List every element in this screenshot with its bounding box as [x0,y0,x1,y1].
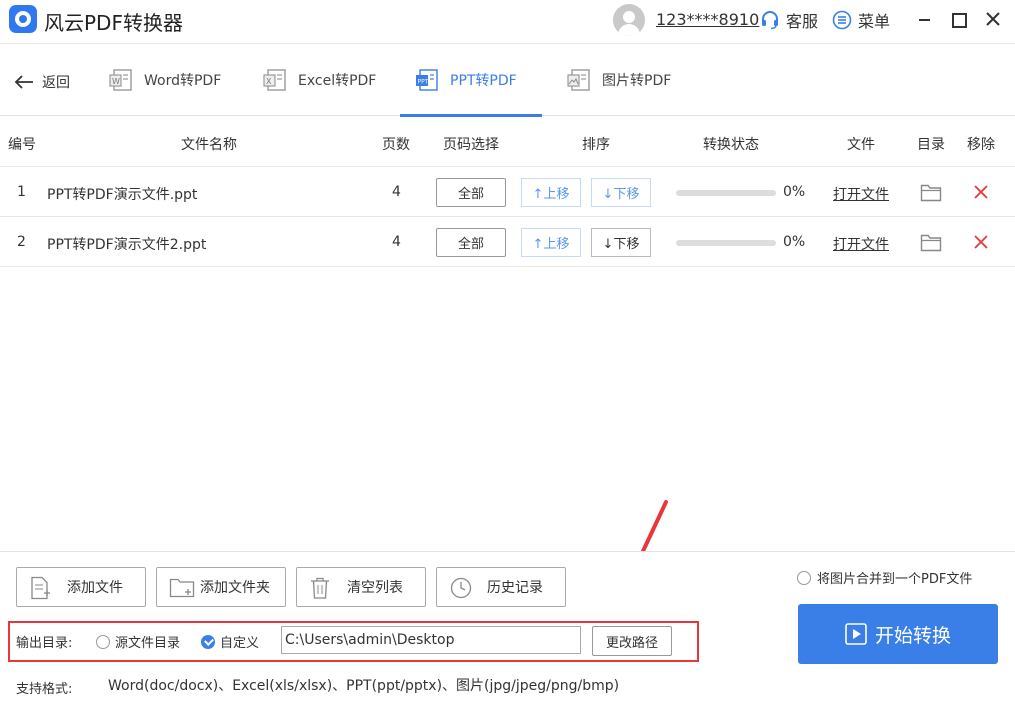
header-dir: 目录 [917,137,945,153]
header-file-name: 文件名称 [181,137,237,153]
tab-word-to-pdf[interactable]: W Word转PDF [108,44,221,116]
row-file-name: PPT转PDF演示文件.ppt [47,187,198,203]
table-row: 1 PPT转PDF演示文件.ppt 4 全部 ↑上移 ↓下移 0% 打开文件 [0,167,1015,217]
row-file-name: PPT转PDF演示文件2.ppt [47,237,207,253]
move-down-button[interactable]: ↓下移 [591,178,651,207]
page-select-button[interactable]: 全部 [436,178,506,207]
close-button[interactable] [982,8,1004,30]
custom-dir-label: 自定义 [220,636,260,651]
move-up-button[interactable]: ↑上移 [521,178,581,207]
row-index: 2 [17,234,26,250]
tab-label: PPT转PDF [450,73,517,89]
arrow-left-icon [14,75,33,89]
svg-text:PPT: PPT [418,79,429,86]
word-file-icon: W [109,69,132,91]
open-file-link[interactable]: 打开文件 [833,234,889,254]
tab-label: Excel转PDF [298,73,377,89]
menu-icon [832,10,852,30]
header-page-select: 页码选择 [443,137,499,153]
header-order: 排序 [582,137,610,153]
back-label: 返回 [42,75,70,91]
add-file-label: 添加文件 [67,580,123,596]
play-icon [845,623,867,645]
row-pages: 4 [392,234,401,250]
excel-file-icon: X [263,69,286,91]
source-dir-option[interactable]: 源文件目录 [96,632,180,651]
formats-text: Word(doc/docx)、Excel(xls/xlsx)、PPT(ppt/p… [108,678,620,694]
header-remove: 移除 [967,137,995,153]
add-file-button[interactable]: 添加文件 [16,567,146,607]
progress-bar [676,190,776,196]
open-folder-icon[interactable] [920,182,942,206]
svg-text:W: W [112,77,120,86]
merge-images-radio[interactable] [797,570,811,585]
progress-text: 0% [783,234,806,250]
back-button[interactable]: 返回 [14,72,70,92]
custom-dir-option[interactable]: 自定义 [201,632,259,651]
header-file: 文件 [847,137,875,153]
service-button[interactable]: 客服 [760,8,818,32]
header-index: 编号 [8,137,36,153]
page-select-button[interactable]: 全部 [436,228,506,257]
tab-ppt-to-pdf[interactable]: PPT PPT转PDF [400,44,542,117]
table-row: 2 PPT转PDF演示文件2.ppt 4 全部 ↑上移 ↓下移 0% 打开文件 [0,217,1015,267]
header-status: 转换状态 [703,137,759,153]
progress-bar [676,240,776,246]
menu-label: 菜单 [858,12,891,31]
title-bar: 风云PDF转换器 123****8910 客服 菜单 [0,0,1015,44]
tab-excel-to-pdf[interactable]: X Excel转PDF [262,44,376,116]
maximize-button[interactable] [947,8,969,30]
minimize-button[interactable] [913,8,935,30]
app-title: 风云PDF转换器 [44,11,183,35]
avatar[interactable] [613,4,645,36]
history-label: 历史记录 [487,580,543,596]
source-dir-radio[interactable] [96,634,110,649]
move-up-button[interactable]: ↑上移 [521,228,581,257]
row-index: 1 [17,184,26,200]
menu-button[interactable]: 菜单 [832,8,890,32]
service-label: 客服 [786,12,819,31]
header-pages: 页数 [382,137,410,153]
add-folder-button[interactable]: 添加文件夹 [156,567,286,607]
move-down-button[interactable]: ↓下移 [591,228,651,257]
close-icon [986,12,1000,26]
source-dir-label: 源文件目录 [115,636,181,651]
image-file-icon [567,69,590,91]
start-convert-button[interactable]: 开始转换 [798,604,998,664]
row-pages: 4 [392,184,401,200]
clear-list-label: 清空列表 [347,580,403,596]
start-convert-label: 开始转换 [874,624,951,647]
app-logo-icon [9,5,37,33]
remove-icon[interactable] [973,234,989,254]
progress-text: 0% [783,184,806,200]
custom-dir-radio[interactable] [201,634,215,649]
history-button[interactable]: 历史记录 [436,567,566,607]
open-folder-icon[interactable] [920,232,942,256]
clear-list-button[interactable]: 清空列表 [296,567,426,607]
tab-label: Word转PDF [144,73,222,89]
open-file-link[interactable]: 打开文件 [833,184,889,204]
tab-bar: 返回 W Word转PDF X Excel转PDF PPT PPT转PDF 图片… [0,44,1015,117]
output-path-input[interactable] [281,626,581,654]
formats-label: 支持格式: [16,682,73,697]
bottom-panel: 添加文件 添加文件夹 清空列表 历史记录 将图片合并到一个PDF文件 输出目录:… [0,551,1015,709]
add-folder-label: 添加文件夹 [200,580,270,596]
tab-image-to-pdf[interactable]: 图片转PDF [566,44,671,116]
svg-text:X: X [266,77,272,86]
table-header: 编号 文件名称 页数 页码选择 排序 转换状态 文件 目录 移除 [0,117,1015,167]
headset-icon [762,11,778,30]
tab-label: 图片转PDF [602,73,672,89]
output-dir-label: 输出目录: [16,636,73,651]
user-id-link[interactable]: 123****8910 [656,10,759,29]
ppt-file-icon: PPT [416,69,438,91]
merge-images-label: 将图片合并到一个PDF文件 [817,572,973,587]
merge-images-option[interactable]: 将图片合并到一个PDF文件 [797,568,972,587]
change-path-button[interactable]: 更改路径 [592,626,672,656]
remove-icon[interactable] [973,184,989,204]
